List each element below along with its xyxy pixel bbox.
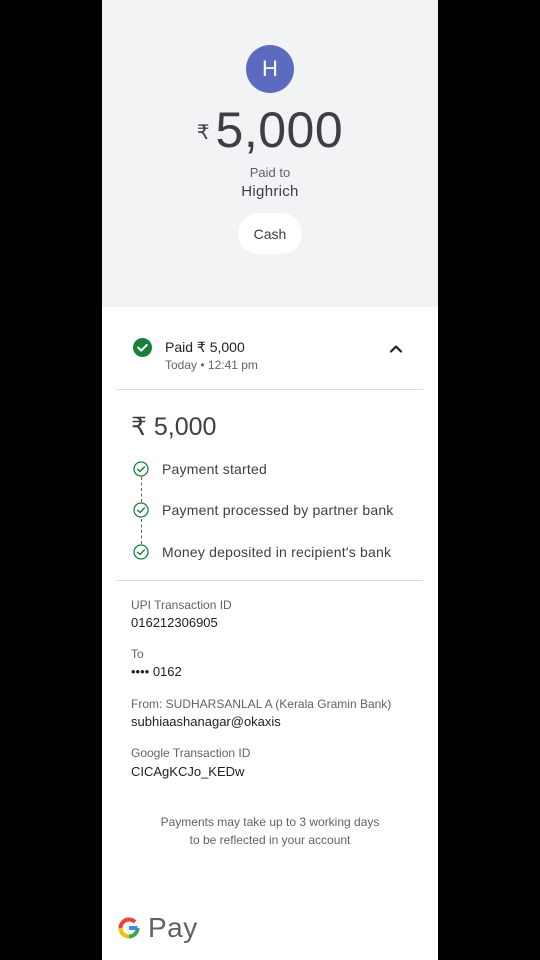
step-label: Payment started (162, 461, 267, 477)
status-time: Today • 12:41 pm (165, 358, 258, 372)
payee-avatar: H (246, 45, 294, 93)
amount-value: 5,000 (215, 102, 344, 158)
status-summary-row[interactable]: Paid ₹ 5,000 Today • 12:41 pm (102, 326, 438, 376)
paid-to-label: Paid to (249, 165, 291, 180)
progress-step: Money deposited in recipient's bank (102, 540, 438, 564)
transaction-details-screen: H ₹ 5,000 Paid to Highrich Cash Paid ₹ 5… (102, 0, 438, 960)
step-label: Money deposited in recipient's bank (162, 544, 392, 560)
currency-symbol: ₹ (196, 122, 210, 144)
brand-text: Pay (148, 912, 198, 943)
to-account-value: •••• 0162 (131, 664, 182, 679)
google-pay-logo: Pay (116, 911, 198, 945)
payment-summary-header: H ₹ 5,000 Paid to Highrich Cash (102, 0, 438, 307)
chevron-up-icon[interactable] (387, 340, 405, 358)
upi-transaction-id-label: UPI Transaction ID (131, 598, 232, 612)
notice-line: Payments may take up to 3 working days (160, 815, 380, 829)
divider (117, 580, 423, 581)
notice-line: to be reflected in your account (189, 833, 351, 847)
detail-amount: ₹ 5,000 (131, 413, 217, 441)
processing-notice: Payments may take up to 3 working days t… (102, 813, 438, 849)
status-title: Paid ₹ 5,000 (165, 339, 245, 355)
to-label: To (131, 647, 144, 661)
progress-step: Payment processed by partner bank (102, 498, 438, 522)
progress-step: Payment started (102, 457, 438, 481)
divider (117, 389, 423, 390)
google-transaction-id-value[interactable]: CICAgKCJo_KEDw (131, 764, 244, 779)
payee-name: Highrich (241, 183, 299, 200)
amount-display: ₹ 5,000 (102, 100, 438, 160)
check-circle-icon (133, 338, 152, 357)
from-label: From: SUDHARSANLAL A (Kerala Gramin Bank… (131, 697, 392, 711)
upi-transaction-id-value[interactable]: 016212306905 (131, 615, 218, 630)
step-label: Payment processed by partner bank (162, 502, 394, 518)
check-outline-icon (133, 544, 149, 560)
payment-method-chip: Cash (238, 213, 302, 254)
from-upi-id-value: subhiaashanagar@okaxis (131, 714, 281, 729)
google-transaction-id-label: Google Transaction ID (131, 746, 251, 760)
check-outline-icon (133, 502, 149, 518)
google-g-icon (118, 917, 140, 939)
check-outline-icon (133, 461, 149, 477)
